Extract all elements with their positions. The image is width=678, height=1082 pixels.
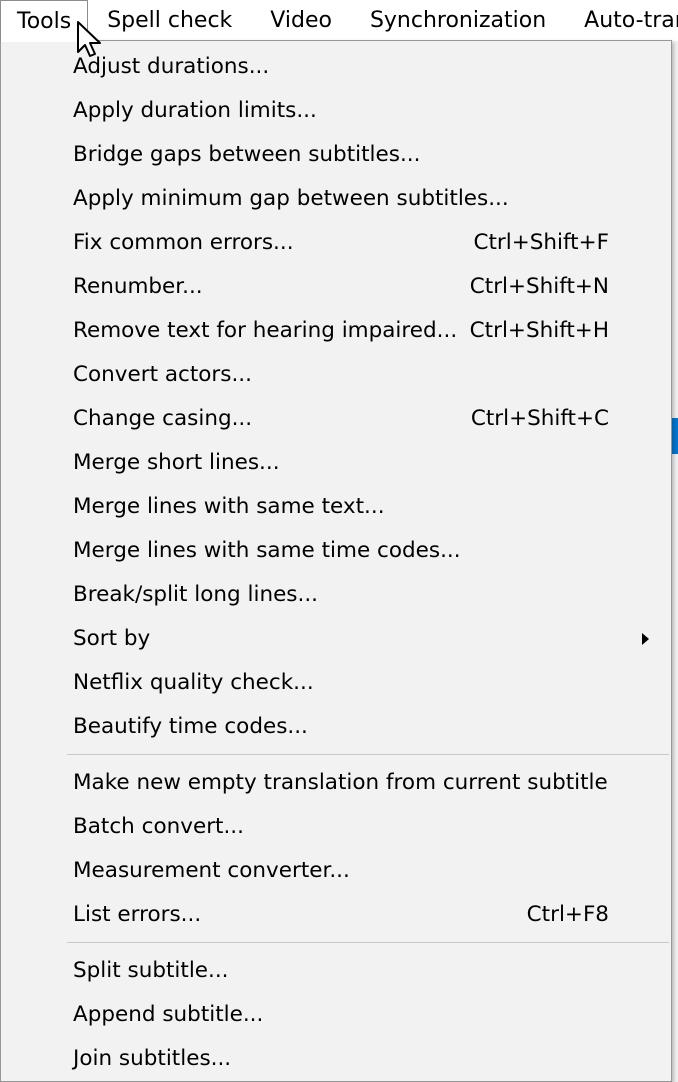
menu-item-fix-common-errors[interactable]: Fix common errors... Ctrl+Shift+F <box>1 221 671 265</box>
menu-item-measurement-converter[interactable]: Measurement converter... <box>1 849 671 893</box>
menu-item-shortcut: Ctrl+Shift+C <box>470 406 609 431</box>
menu-item-label: Break/split long lines... <box>73 582 319 607</box>
menu-item-label: Bridge gaps between subtitles... <box>73 142 421 167</box>
menu-item-shortcut: Ctrl+Shift+N <box>469 274 609 299</box>
app-window: Tools Spell check Video Synchronization … <box>0 0 678 1082</box>
menu-item-convert-actors[interactable]: Convert actors... <box>1 353 671 397</box>
menu-item-label: Merge short lines... <box>73 450 280 475</box>
menu-item-renumber[interactable]: Renumber... Ctrl+Shift+N <box>1 265 671 309</box>
menu-item-make-empty-translation[interactable]: Make new empty translation from current … <box>1 761 671 805</box>
menu-item-label: Merge lines with same time codes... <box>73 538 461 563</box>
menu-item-shortcut: Ctrl+F8 <box>526 902 609 927</box>
menu-item-shortcut: Ctrl+Shift+F <box>473 230 609 255</box>
menu-list: Adjust durations... Apply duration limit… <box>1 45 671 1081</box>
menu-item-label: Renumber... <box>73 274 203 299</box>
menu-item-break-split-long-lines[interactable]: Break/split long lines... <box>1 573 671 617</box>
menu-item-label: Apply duration limits... <box>73 98 317 123</box>
menu-item-label: Batch convert... <box>73 814 244 839</box>
menu-item-merge-short-lines[interactable]: Merge short lines... <box>1 441 671 485</box>
menu-item-label: Change casing... <box>73 406 253 431</box>
menu-item-sort-by[interactable]: Sort by <box>1 617 671 661</box>
background-selected-row <box>672 418 678 454</box>
menu-item-merge-lines-same-time-codes[interactable]: Merge lines with same time codes... <box>1 529 671 573</box>
menu-item-label: Merge lines with same text... <box>73 494 385 519</box>
menu-item-list-errors[interactable]: List errors... Ctrl+F8 <box>1 893 671 937</box>
menu-item-label: Apply minimum gap between subtitles... <box>73 186 509 211</box>
menu-synchronization[interactable]: Synchronization <box>351 0 565 41</box>
menu-item-label: Measurement converter... <box>73 858 350 883</box>
menu-item-bridge-gaps[interactable]: Bridge gaps between subtitles... <box>1 133 671 177</box>
menu-item-netflix-quality-check[interactable]: Netflix quality check... <box>1 661 671 705</box>
menu-item-label: Convert actors... <box>73 362 252 387</box>
menu-auto-translate[interactable]: Auto-tran <box>565 0 678 41</box>
menu-item-label: List errors... <box>73 902 202 927</box>
menu-separator <box>1 937 671 949</box>
menu-spell-check[interactable]: Spell check <box>88 0 251 41</box>
menu-item-label: Fix common errors... <box>73 230 294 255</box>
menu-item-remove-text-hearing-impaired[interactable]: Remove text for hearing impaired... Ctrl… <box>1 309 671 353</box>
menu-item-label: Make new empty translation from current … <box>73 770 608 795</box>
tools-dropdown-menu: Adjust durations... Apply duration limit… <box>0 40 672 1082</box>
chevron-right-icon <box>642 633 649 645</box>
menu-item-label: Append subtitle... <box>73 1002 264 1027</box>
menu-item-merge-lines-same-text[interactable]: Merge lines with same text... <box>1 485 671 529</box>
menu-item-change-casing[interactable]: Change casing... Ctrl+Shift+C <box>1 397 671 441</box>
menu-item-batch-convert[interactable]: Batch convert... <box>1 805 671 849</box>
menu-item-apply-duration-limits[interactable]: Apply duration limits... <box>1 89 671 133</box>
menu-tools[interactable]: Tools <box>0 0 89 42</box>
menu-item-beautify-time-codes[interactable]: Beautify time codes... <box>1 705 671 749</box>
menu-video[interactable]: Video <box>251 0 351 41</box>
menu-item-shortcut: Ctrl+Shift+H <box>469 318 609 343</box>
menu-item-apply-minimum-gap[interactable]: Apply minimum gap between subtitles... <box>1 177 671 221</box>
menu-separator <box>1 749 671 761</box>
menu-item-label: Split subtitle... <box>73 958 229 983</box>
menu-item-label: Sort by <box>73 626 151 651</box>
mouse-pointer-icon <box>77 21 101 57</box>
menu-item-join-subtitles[interactable]: Join subtitles... <box>1 1037 671 1081</box>
menu-item-label: Join subtitles... <box>73 1046 232 1071</box>
menu-item-label: Remove text for hearing impaired... <box>73 318 458 343</box>
menu-item-append-subtitle[interactable]: Append subtitle... <box>1 993 671 1037</box>
menu-item-split-subtitle[interactable]: Split subtitle... <box>1 949 671 993</box>
menu-item-label: Beautify time codes... <box>73 714 308 739</box>
menu-item-label: Netflix quality check... <box>73 670 314 695</box>
background-window <box>672 41 678 1082</box>
